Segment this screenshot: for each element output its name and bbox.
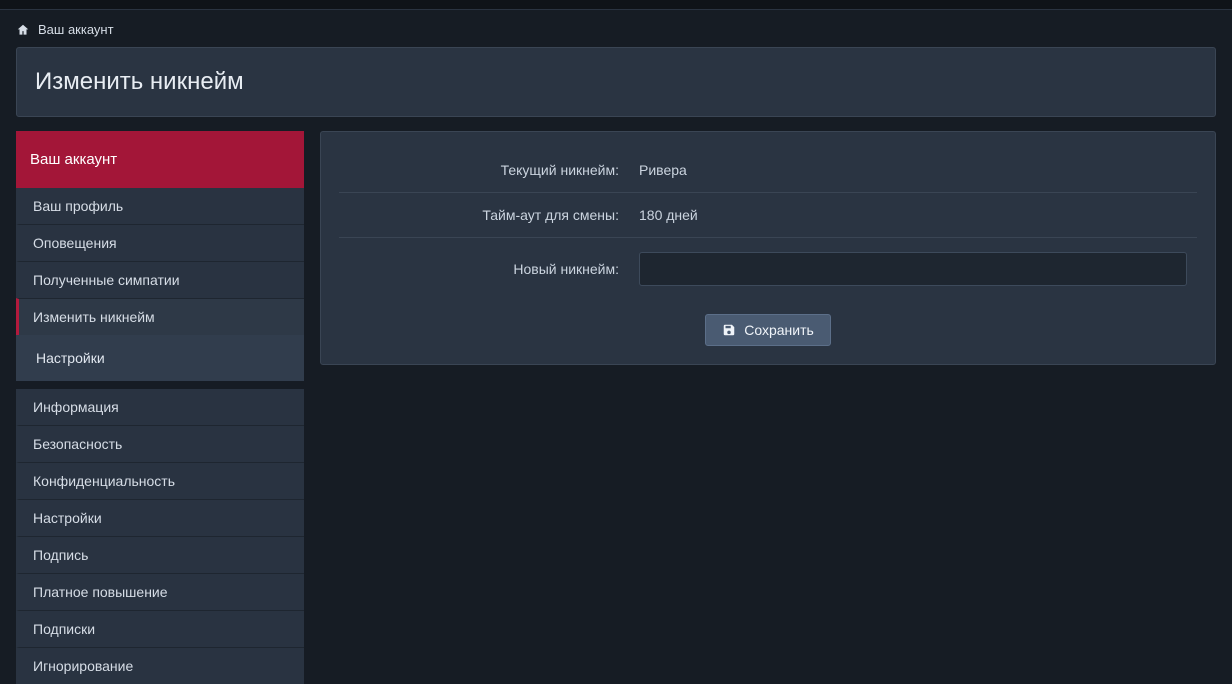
sidebar-item-label: Изменить никнейм	[33, 309, 155, 325]
form-table: Текущий никнейм: Ривера Тайм-аут для сме…	[339, 148, 1197, 300]
new-nickname-input[interactable]	[639, 252, 1187, 286]
form-row-new: Новый никнейм:	[339, 238, 1197, 301]
main-panel: Текущий никнейм: Ривера Тайм-аут для сме…	[320, 131, 1216, 365]
sidebar-item-likes[interactable]: Полученные симпатии	[16, 261, 304, 298]
save-icon	[722, 323, 736, 337]
sidebar-item-label: Информация	[33, 399, 119, 415]
sidebar-item-change-nickname[interactable]: Изменить никнейм	[16, 298, 304, 335]
breadcrumb[interactable]: Ваш аккаунт	[0, 10, 1232, 47]
home-icon	[16, 23, 30, 37]
sidebar-item-privacy[interactable]: Конфиденциальность	[16, 462, 304, 499]
sidebar: Ваш аккаунт Ваш профиль Оповещения Получ…	[16, 131, 304, 684]
sidebar-gap	[16, 381, 304, 389]
sidebar-header[interactable]: Ваш аккаунт	[16, 131, 304, 188]
form-row-timeout: Тайм-аут для смены: 180 дней	[339, 193, 1197, 238]
sidebar-item-label: Игнорирование	[33, 658, 133, 674]
sidebar-section-settings: Настройки	[16, 335, 304, 381]
sidebar-item-ignore[interactable]: Игнорирование	[16, 647, 304, 684]
breadcrumb-label: Ваш аккаунт	[38, 22, 114, 37]
sidebar-item-label: Оповещения	[33, 235, 117, 251]
save-button-label: Сохранить	[744, 322, 814, 338]
sidebar-item-label: Настройки	[33, 510, 102, 526]
sidebar-item-label: Подписки	[33, 621, 95, 637]
sidebar-item-label: Безопасность	[33, 436, 122, 452]
topbar	[0, 0, 1232, 10]
label-new-nickname: Новый никнейм:	[339, 238, 629, 301]
sidebar-item-security[interactable]: Безопасность	[16, 425, 304, 462]
button-row: Сохранить	[339, 300, 1197, 346]
sidebar-item-label: Подпись	[33, 547, 88, 563]
value-current-nickname: Ривера	[629, 148, 1197, 193]
label-current-nickname: Текущий никнейм:	[339, 148, 629, 193]
sidebar-item-label: Конфиденциальность	[33, 473, 175, 489]
sidebar-item-alerts[interactable]: Оповещения	[16, 224, 304, 261]
label-timeout: Тайм-аут для смены:	[339, 193, 629, 238]
sidebar-item-signature[interactable]: Подпись	[16, 536, 304, 573]
sidebar-item-info[interactable]: Информация	[16, 389, 304, 425]
form-row-current: Текущий никнейм: Ривера	[339, 148, 1197, 193]
sidebar-item-settings[interactable]: Настройки	[16, 499, 304, 536]
save-button[interactable]: Сохранить	[705, 314, 831, 346]
page-title: Изменить никнейм	[16, 47, 1216, 117]
sidebar-item-label: Платное повышение	[33, 584, 168, 600]
sidebar-item-profile[interactable]: Ваш профиль	[16, 188, 304, 224]
sidebar-item-label: Полученные симпатии	[33, 272, 180, 288]
value-timeout: 180 дней	[629, 193, 1197, 238]
sidebar-item-subscriptions[interactable]: Подписки	[16, 610, 304, 647]
sidebar-item-upgrade[interactable]: Платное повышение	[16, 573, 304, 610]
sidebar-item-label: Ваш профиль	[33, 198, 123, 214]
